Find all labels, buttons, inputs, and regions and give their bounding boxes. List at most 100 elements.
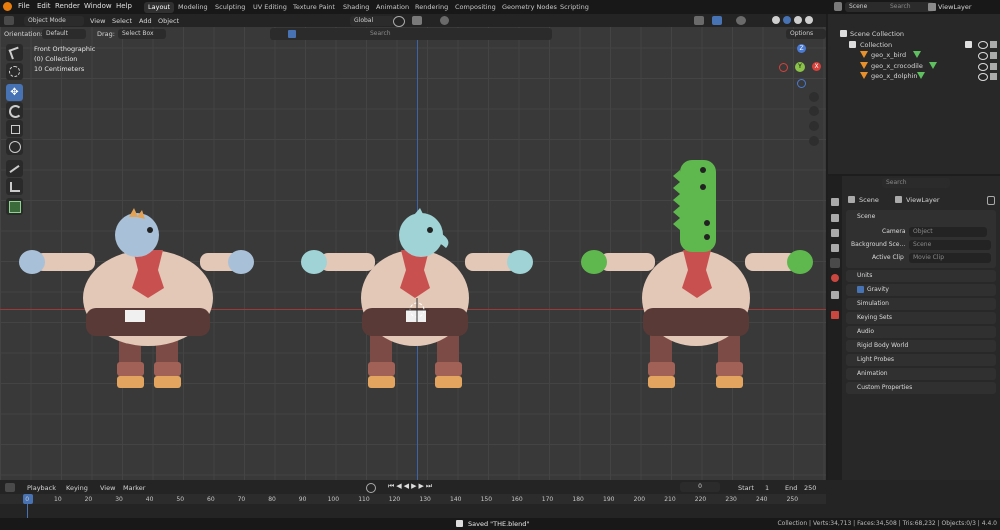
character-crocodile[interactable] [581, 160, 813, 388]
panel-light-probes[interactable]: Light Probes [846, 354, 996, 366]
tab-layout[interactable]: Layout [144, 2, 175, 13]
menu-timeline-view[interactable]: View [100, 484, 115, 492]
menu-object[interactable]: Object [158, 17, 179, 25]
outliner-scene-collection[interactable]: Scene Collection [850, 30, 904, 38]
outliner-collection[interactable]: Collection [860, 41, 892, 49]
scene-panel-header[interactable]: Scene [857, 213, 875, 220]
gravity-checkbox[interactable] [857, 286, 864, 293]
bird-visibility-icon[interactable] [978, 52, 988, 60]
orientation-label: Orientation: [4, 30, 43, 38]
outliner-item-dolphin[interactable]: geo_x_dolphin [871, 72, 918, 80]
menu-edit[interactable]: Edit [37, 2, 51, 10]
view-layer-tab-icon[interactable] [831, 244, 839, 252]
menu-select[interactable]: Select [112, 17, 132, 25]
texture-tab-icon[interactable] [831, 311, 839, 319]
timeline-editor-type-icon[interactable] [5, 483, 15, 492]
transform-orientation-dropdown[interactable]: Global [350, 15, 394, 26]
crocodile-render-icon[interactable] [990, 63, 997, 70]
proportional-edit-icon[interactable] [440, 16, 449, 25]
playback-controls-icon[interactable]: ⏮◀◀▶▶⏭ [388, 482, 434, 491]
panel-animation-label: Animation [857, 370, 888, 377]
menu-keying[interactable]: Keying [66, 484, 88, 492]
outliner-item-crocodile[interactable]: geo_x_crocodile [871, 62, 923, 70]
frame-tick-label: 140 [450, 496, 462, 503]
character-bird[interactable] [19, 208, 254, 388]
view-layer-name[interactable]: ViewLayer [938, 3, 972, 11]
world-tab-icon[interactable] [831, 274, 839, 282]
menu-file[interactable]: File [18, 2, 30, 10]
tab-scripting[interactable]: Scripting [556, 2, 593, 13]
tab-texture-paint[interactable]: Texture Paint [289, 2, 339, 13]
panel-units[interactable]: Units [846, 270, 996, 282]
tab-geometry-nodes[interactable]: Geometry Nodes [498, 2, 561, 13]
blender-logo-icon[interactable] [3, 2, 12, 11]
editor-type-icon[interactable] [4, 16, 14, 25]
panel-light-probes-label: Light Probes [857, 356, 895, 363]
scene-tab-icon[interactable] [830, 258, 840, 268]
menu-help[interactable]: Help [116, 2, 132, 10]
overlay-toggle-icon[interactable] [712, 16, 722, 25]
snap-icon[interactable] [412, 16, 422, 25]
camera-field[interactable]: Object [909, 226, 987, 237]
scene-selector[interactable]: Scene [845, 2, 891, 12]
tab-sculpting[interactable]: Sculpting [211, 2, 249, 13]
menu-playback[interactable]: Playback [27, 484, 56, 492]
menu-window[interactable]: Window [84, 2, 112, 10]
menu-add[interactable]: Add [139, 17, 152, 25]
tab-shading[interactable]: Shading [339, 2, 373, 13]
collection-visibility-icon[interactable] [978, 41, 988, 49]
dolphin-render-icon[interactable] [990, 73, 997, 80]
end-frame-value[interactable]: 250 [804, 484, 816, 492]
options-dropdown[interactable]: Options [786, 28, 826, 39]
breadcrumb-scene: Scene [859, 196, 879, 204]
drag-dropdown[interactable]: Select Box [118, 28, 166, 39]
panel-audio[interactable]: Audio [846, 326, 996, 338]
filter-mesh-icon[interactable] [288, 30, 296, 38]
solid-shading-icon[interactable] [783, 16, 791, 24]
menu-render[interactable]: Render [55, 2, 80, 10]
crocodile-visibility-icon[interactable] [978, 63, 988, 71]
material-shading-icon[interactable] [794, 16, 802, 24]
tab-uv-editing[interactable]: UV Editing [249, 2, 291, 13]
properties-search-input[interactable]: Search [882, 178, 950, 188]
current-frame-field[interactable]: 0 [680, 482, 720, 492]
tool-tab-icon[interactable] [831, 198, 839, 206]
orientation-dropdown[interactable]: Default [42, 28, 86, 39]
pivot-icon[interactable] [393, 16, 405, 27]
panel-simulation[interactable]: Simulation [846, 298, 996, 310]
wireframe-shading-icon[interactable] [772, 16, 780, 24]
collection-render-icon[interactable] [990, 41, 997, 48]
panel-custom-properties[interactable]: Custom Properties [846, 382, 996, 394]
output-tab-icon[interactable] [831, 229, 839, 237]
panel-rigid-body-label: Rigid Body World [857, 342, 909, 349]
pin-icon[interactable] [987, 196, 995, 205]
render-tab-icon[interactable] [831, 214, 839, 222]
collection-checkbox[interactable] [965, 41, 972, 48]
menu-view[interactable]: View [90, 17, 105, 25]
tab-animation[interactable]: Animation [372, 2, 413, 13]
record-icon[interactable] [366, 483, 376, 493]
mesh-data-icon [913, 51, 921, 58]
tab-modeling[interactable]: Modeling [174, 2, 212, 13]
gizmo-toggle-icon[interactable] [694, 16, 704, 25]
panel-gravity[interactable]: Gravity [846, 284, 996, 296]
bird-render-icon[interactable] [990, 52, 997, 59]
rendered-shading-icon[interactable] [805, 16, 813, 24]
tab-rendering[interactable]: Rendering [411, 2, 452, 13]
xray-icon[interactable] [736, 16, 746, 25]
tab-compositing[interactable]: Compositing [451, 2, 500, 13]
collection-tab-icon[interactable] [831, 291, 839, 299]
panel-keying-sets[interactable]: Keying Sets [846, 312, 996, 324]
background-scene-field[interactable]: Scene [909, 239, 991, 250]
panel-rigid-body-world[interactable]: Rigid Body World [846, 340, 996, 352]
mode-dropdown[interactable]: Object Mode [24, 15, 84, 26]
dolphin-visibility-icon[interactable] [978, 73, 988, 81]
top-search-input[interactable]: Search [886, 2, 934, 12]
panel-animation[interactable]: Animation [846, 368, 996, 380]
active-clip-field[interactable]: Movie Clip [909, 252, 991, 263]
menu-marker[interactable]: Marker [123, 484, 145, 492]
start-frame-value[interactable]: 1 [765, 484, 769, 492]
viewport-search-input[interactable]: Search [370, 30, 391, 37]
outliner-item-bird[interactable]: geo_x_bird [871, 51, 906, 59]
scene-characters[interactable] [0, 40, 826, 480]
